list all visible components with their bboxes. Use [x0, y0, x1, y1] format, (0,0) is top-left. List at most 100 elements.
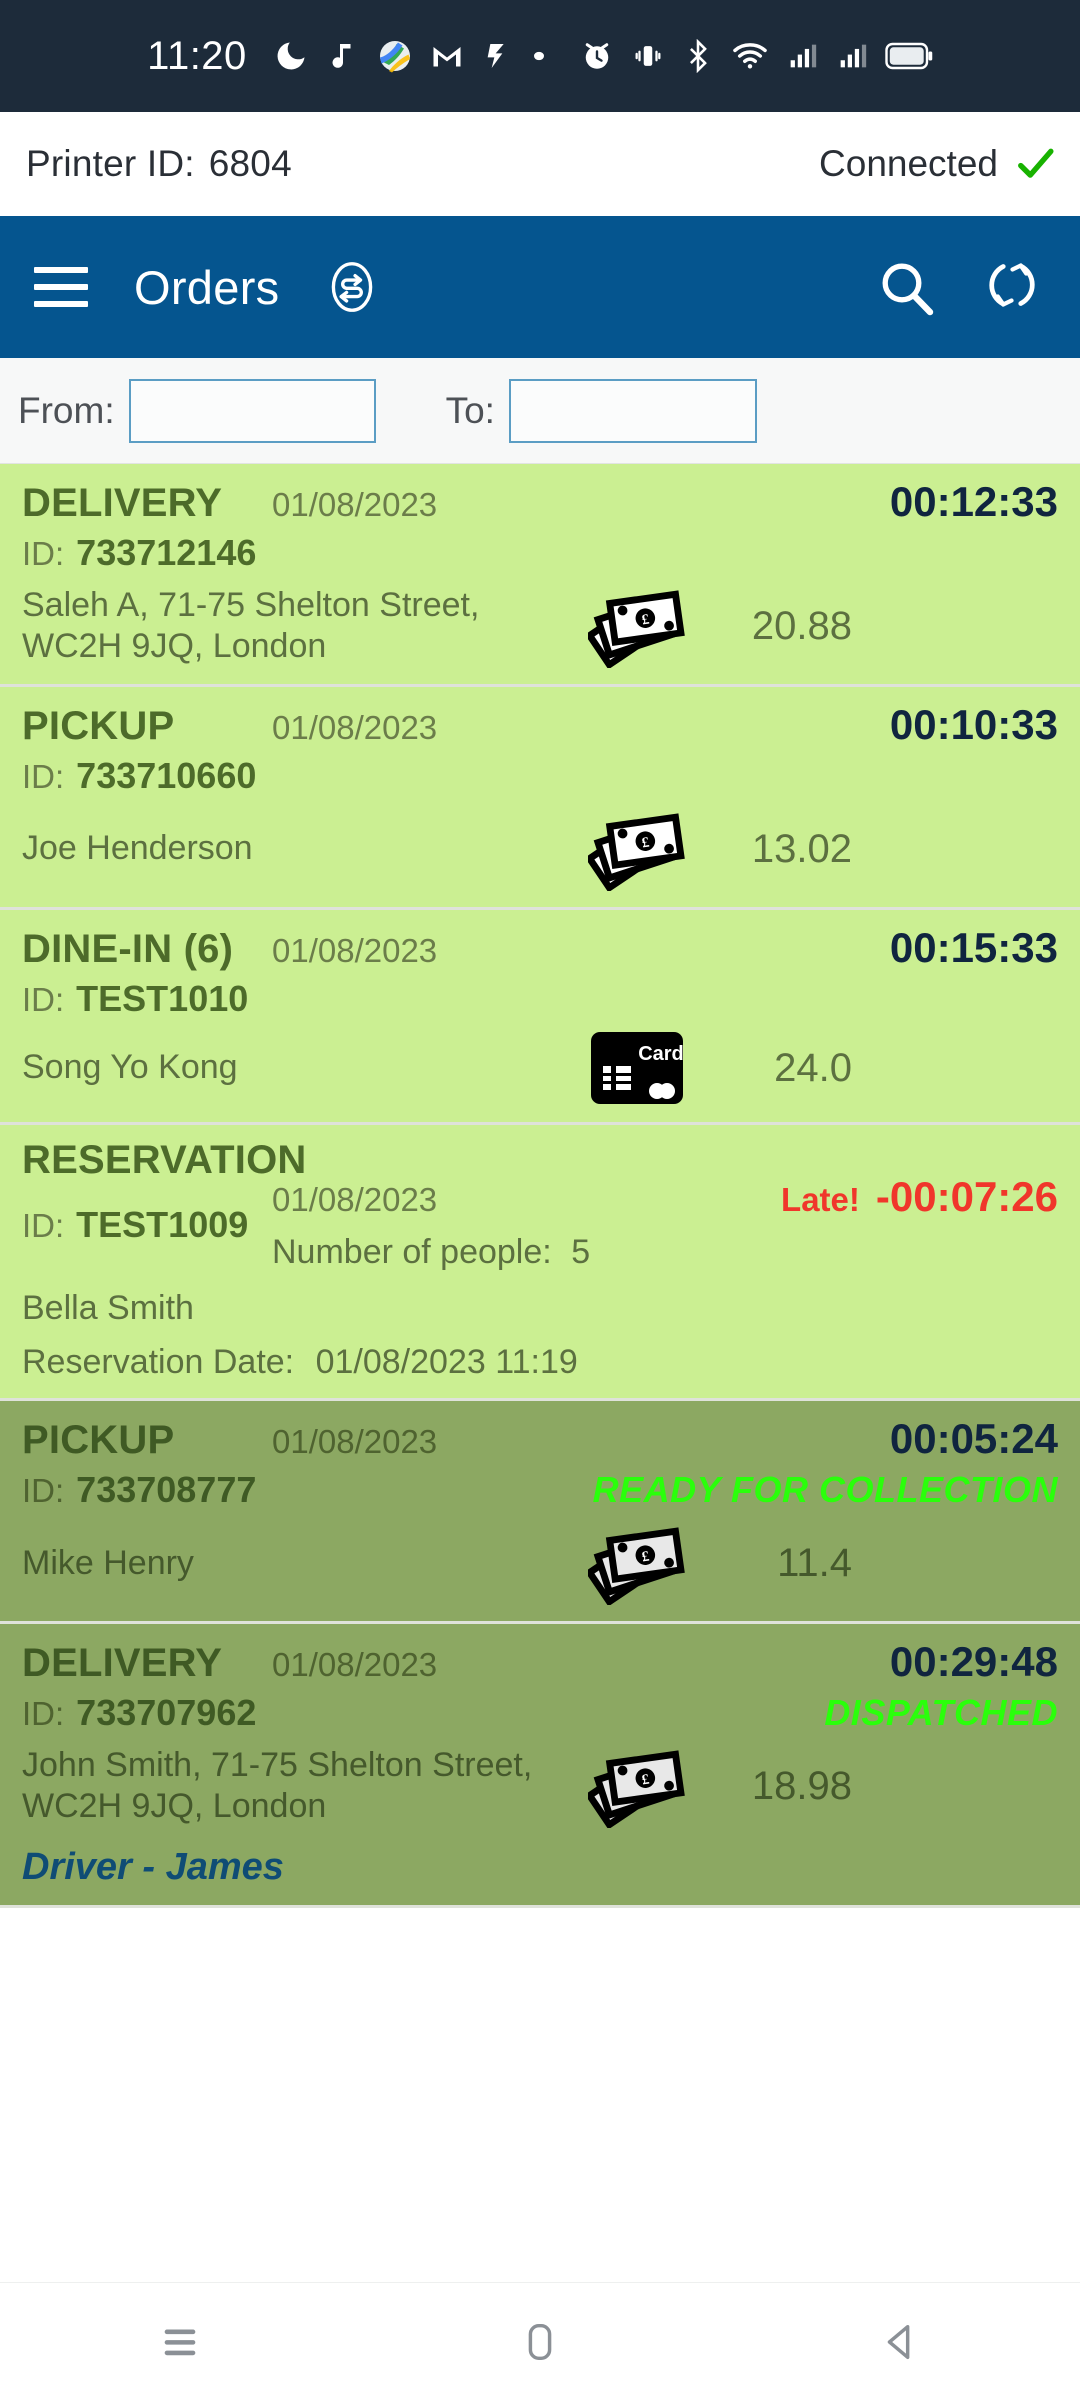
printer-id-label: Printer ID: — [26, 143, 195, 184]
order-date-wrap: 01/08/2023 — [272, 1646, 890, 1684]
order-timer: 00:05:24 — [889, 1415, 1058, 1463]
refresh-icon[interactable] — [982, 255, 1046, 319]
order-header: DELIVERY 01/08/2023 00:12:33 — [22, 478, 1058, 526]
order-id-value: 733708777 — [76, 1469, 257, 1511]
order-header: DELIVERY 01/08/2023 00:29:48 — [22, 1638, 1058, 1686]
to-date-input[interactable] — [508, 378, 757, 443]
battery-icon — [885, 34, 933, 78]
order-header: DINE-IN (6) 01/08/2023 00:15:33 — [22, 924, 1058, 972]
order-id-label: ID: — [22, 758, 65, 795]
order-amount: 18.98 — [751, 1763, 852, 1808]
order-date-wrap: 01/08/2023 — [272, 1423, 890, 1461]
order-footer: Joe Henderson £ 13.02 — [22, 807, 1058, 891]
app-bar: Orders — [0, 216, 1080, 358]
printer-status-bar: Printer ID: 6804 Connected — [0, 112, 1080, 216]
order-row-pickup-733710660[interactable]: PICKUP 01/08/2023 00:10:33 ID: 733710660… — [0, 687, 1080, 910]
order-id-row: ID: 733707962 DISPATCHED — [22, 1692, 1058, 1734]
alarm-icon — [579, 34, 615, 78]
order-row-dinein-TEST1010[interactable]: DINE-IN (6) 01/08/2023 00:15:33 ID: TEST… — [0, 910, 1080, 1125]
order-footer: Mike Henry £ 11.4 — [22, 1521, 1058, 1606]
recents-icon[interactable] — [145, 2307, 215, 2377]
order-footer: Saleh A, 71-75 Shelton Street, WC2H 9JQ,… — [22, 584, 1058, 668]
order-row-delivery-733707962[interactable]: DELIVERY 01/08/2023 00:29:48 ID: 7337079… — [0, 1624, 1080, 1909]
from-date-input[interactable] — [128, 378, 376, 443]
order-type: DINE-IN (6) — [22, 927, 234, 971]
gmail-icon — [429, 34, 465, 78]
printer-connection-block: Connected — [819, 143, 1054, 185]
order-header: PICKUP 01/08/2023 00:10:33 — [22, 701, 1058, 749]
status-bar-clock: 11:20 — [147, 33, 247, 78]
order-type: DELIVERY — [22, 481, 223, 525]
order-id-value: TEST1010 — [76, 978, 249, 1019]
app-icon — [481, 34, 513, 78]
order-date: 01/08/2023 — [272, 709, 438, 746]
page-title: Orders — [134, 260, 280, 314]
orders-list[interactable]: DELIVERY 01/08/2023 00:12:33 ID: 7337121… — [0, 464, 1080, 2282]
late-badge: Late! — [781, 1181, 860, 1218]
order-amount: 13.02 — [751, 826, 852, 871]
cash-icon: £ — [582, 807, 692, 891]
reservation-date-value: 01/08/2023 11:19 — [315, 1343, 578, 1382]
order-timer: 00:29:48 — [889, 1638, 1058, 1686]
maps-icon — [377, 34, 413, 78]
phone-screen: 11:20 Printer ID: 6804 Connected Orders … — [0, 0, 1080, 2400]
reservation-left-col: RESERVATION ID: TEST1009 — [22, 1138, 306, 1246]
search-icon[interactable] — [874, 255, 938, 319]
swap-orders-icon[interactable] — [321, 256, 383, 318]
number-of-people-value: 5 — [571, 1233, 591, 1271]
dot-icon — [529, 34, 549, 78]
order-row-delivery-733712146[interactable]: DELIVERY 01/08/2023 00:12:33 ID: 7337121… — [0, 464, 1080, 687]
card-icon-label: Card — [638, 1043, 684, 1065]
order-id-label: ID: — [22, 1695, 65, 1733]
order-id-row: ID: 733708777 READY FOR COLLECTION — [22, 1469, 1058, 1511]
reservation-header: RESERVATION ID: TEST1009 01/08/2023 Late… — [22, 1138, 1058, 1272]
order-customer: Joe Henderson — [22, 829, 253, 868]
order-row-pickup-733708777[interactable]: PICKUP 01/08/2023 00:05:24 ID: 733708777… — [0, 1401, 1080, 1625]
android-status-bar: 11:20 — [0, 0, 1080, 112]
from-label: From: — [18, 389, 115, 431]
order-id-value: TEST1009 — [76, 1204, 249, 1246]
order-date-wrap: 01/08/2023 — [272, 709, 890, 747]
reservation-date-timer-row: 01/08/2023 Late! -00:07:26 — [272, 1173, 1058, 1221]
order-type: DELIVERY — [22, 1641, 223, 1686]
order-timer: 00:12:33 — [889, 478, 1058, 525]
order-row-reservation-TEST1009[interactable]: RESERVATION ID: TEST1009 01/08/2023 Late… — [0, 1125, 1080, 1402]
signal-sim2-icon — [835, 34, 869, 78]
order-date-wrap: 01/08/2023 — [272, 932, 890, 970]
order-customer: Bella Smith — [22, 1289, 194, 1327]
bluetooth-icon — [681, 34, 715, 78]
order-footer: John Smith, 71-75 Shelton Street, WC2H 9… — [22, 1744, 1058, 1829]
order-id-row: ID: 733710660 — [22, 755, 1058, 797]
order-date: 01/08/2023 — [272, 1423, 438, 1461]
order-header: PICKUP 01/08/2023 00:05:24 — [22, 1415, 1058, 1463]
number-of-people-label: Number of people: — [272, 1233, 552, 1271]
order-amount: 20.88 — [751, 603, 852, 648]
order-customer: Mike Henry — [22, 1543, 194, 1582]
order-id-label: ID: — [22, 1207, 65, 1245]
check-icon — [1016, 145, 1054, 183]
order-id-value: 733712146 — [76, 532, 257, 573]
home-icon[interactable] — [505, 2307, 575, 2377]
printer-id-value: 6804 — [208, 143, 292, 184]
wifi-icon — [731, 34, 769, 78]
order-type: PICKUP — [22, 704, 175, 748]
connection-status-label: Connected — [819, 143, 998, 184]
order-customer: Song Yo Kong — [22, 1048, 238, 1087]
number-of-people-row: Number of people: 5 — [272, 1233, 1058, 1272]
reservation-right-col: 01/08/2023 Late! -00:07:26 Number of peo… — [272, 1139, 1058, 1272]
order-date: 01/08/2023 — [272, 486, 438, 523]
hamburger-menu-icon[interactable] — [34, 267, 88, 307]
back-icon[interactable] — [865, 2307, 935, 2377]
order-amount: 24.0 — [774, 1045, 852, 1090]
order-date: 01/08/2023 — [272, 1646, 438, 1684]
order-timer: 00:15:33 — [889, 924, 1058, 971]
order-id-label: ID: — [22, 1472, 65, 1510]
order-id-label: ID: — [22, 535, 65, 572]
order-date-wrap: 01/08/2023 — [272, 486, 890, 524]
order-date: 01/08/2023 — [272, 932, 438, 969]
cash-icon: £ — [582, 584, 692, 668]
reservation-date-row: Reservation Date: 01/08/2023 11:19 — [22, 1343, 1058, 1382]
signal-sim1-icon — [785, 34, 819, 78]
driver-label: Driver - James — [22, 1846, 284, 1889]
printer-id-block: Printer ID: 6804 — [26, 143, 292, 185]
